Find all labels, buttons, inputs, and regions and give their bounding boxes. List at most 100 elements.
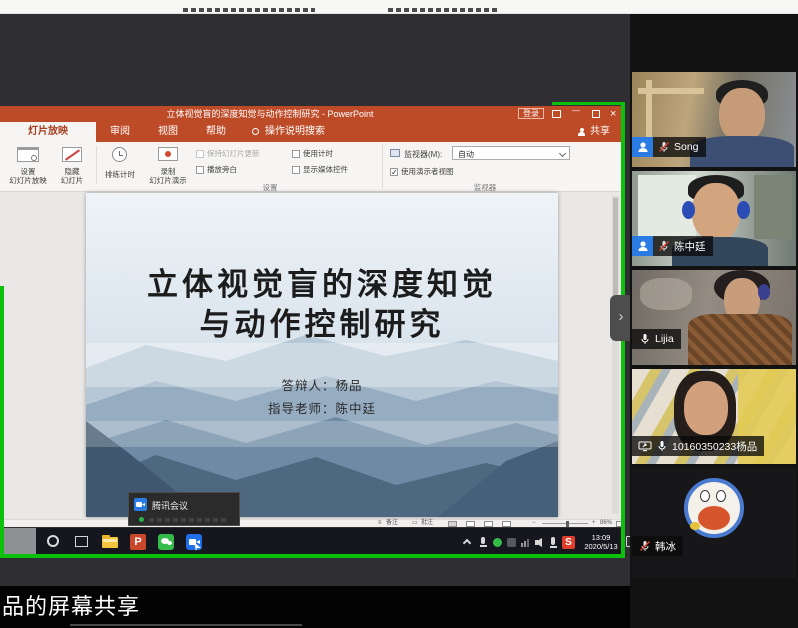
record-slide-show-icon [158, 147, 178, 161]
reading-view-icon[interactable] [484, 521, 493, 527]
meeting-window: 立体视觉盲的深度知觉与动作控制研究 - PowerPoint 登录 — × 灯片… [0, 0, 798, 628]
slide: 立体视觉盲的深度知觉 与动作控制研究 答辩人：杨品 指导老师：陈中廷 [86, 193, 558, 517]
tray-ime-icon[interactable] [548, 537, 559, 548]
tray-chevron-icon[interactable] [462, 537, 473, 548]
monitor-dropdown[interactable]: 自动 [452, 146, 570, 160]
monitor-label: 监视器(M): [404, 149, 442, 160]
tab-slide-show-selected[interactable]: 灯片放映 [0, 122, 96, 142]
minimize-button[interactable]: — [572, 103, 580, 119]
ribbon-display-options-icon[interactable] [552, 110, 561, 118]
checkbox-play-narrations[interactable]: 播放旁白 [196, 164, 237, 175]
video-tile-hanbing[interactable]: 韩冰 [632, 468, 796, 578]
setup-slide-show-button[interactable]: 设置 幻灯片放映 [6, 144, 50, 188]
comments-icon: ▭ [412, 520, 418, 527]
slide-presenter-line: 答辩人：杨品 [86, 375, 558, 394]
headphones [758, 284, 770, 300]
headphones [737, 201, 750, 219]
windows-taskbar: P [36, 528, 624, 556]
meeting-top-bar [0, 0, 798, 14]
share-border-bottom [0, 554, 625, 558]
tray-app-icon[interactable] [506, 537, 517, 548]
tell-me-search[interactable]: 操作说明搜索 [265, 122, 325, 142]
hide-slide-button[interactable]: 隐藏 幻灯片 [54, 144, 90, 188]
wechat-icon[interactable] [156, 532, 176, 552]
checkbox-use-presenter-view[interactable]: ✓使用演示者视图 [390, 166, 454, 177]
video-tile-lijia[interactable]: Lijia [632, 270, 796, 365]
tray-network-icon[interactable] [520, 537, 531, 548]
zoom-in-button[interactable]: + [592, 520, 596, 527]
slide-show-view-icon[interactable] [502, 521, 511, 527]
video-frame [690, 136, 794, 167]
participant-label: 韩冰 [632, 536, 683, 556]
notes-icon: ≡ [378, 520, 382, 527]
normal-view-icon[interactable] [448, 521, 457, 527]
mountain-background-image [86, 193, 558, 517]
video-tile-song[interactable]: Song [632, 72, 796, 167]
zoom-out-button[interactable]: − [532, 520, 536, 527]
participant-name: Lijia [655, 333, 674, 345]
attendee-person-badge [632, 236, 653, 256]
ppt-title-bar: 立体视觉盲的深度知觉与动作控制研究 - PowerPoint 登录 — × [0, 106, 624, 122]
file-explorer-icon[interactable] [100, 532, 120, 552]
clipped-text-fragment [388, 8, 500, 12]
slide-sorter-view-icon[interactable] [466, 521, 475, 527]
checkbox-show-media-controls[interactable]: 显示媒体控件 [292, 164, 348, 175]
comments-toggle[interactable]: 批注 [421, 520, 433, 527]
rehearse-timings-clock-icon [112, 147, 127, 162]
restore-button[interactable] [592, 110, 600, 118]
taskbar-clock[interactable]: 13:09 2020/5/13 [580, 533, 622, 551]
clipped-text-fragment [149, 518, 229, 522]
vertical-scrollbar[interactable] [612, 196, 619, 514]
task-view-icon[interactable] [72, 532, 92, 552]
clock-date: 2020/5/13 [580, 542, 622, 551]
participants-sidebar: Song [630, 14, 798, 628]
ppt-tab-row: 灯片放映 审阅 视图 帮助 操作说明搜索 共享 [0, 122, 624, 142]
sogou-input-icon[interactable]: S [562, 536, 575, 549]
tencent-meeting-icon [134, 498, 147, 511]
sidebar-collapse-toggle[interactable]: › [610, 295, 632, 341]
tab-review[interactable]: 审阅 [110, 122, 130, 142]
muted-mic-icon [639, 540, 651, 552]
clock-time: 13:09 [580, 533, 622, 542]
divider [70, 624, 302, 626]
checkbox-keep-slides-updated[interactable]: 保持幻灯片更新 [196, 148, 260, 159]
video-tile-yangpin[interactable]: 10160350233杨品 [632, 369, 796, 464]
slide-edit-canvas: 立体视觉盲的深度知觉 与动作控制研究 答辩人：杨品 指导老师：陈中廷 [0, 192, 624, 519]
share-person-icon [578, 128, 585, 136]
tencent-meeting-taskbar-icon[interactable] [184, 532, 204, 552]
powerpoint-icon[interactable]: P [128, 532, 148, 552]
tab-view[interactable]: 视图 [158, 122, 178, 142]
notes-toggle[interactable]: 备注 [386, 520, 398, 527]
rehearse-timings-button[interactable]: 排练计时 [100, 144, 140, 188]
desktop-fragment [0, 528, 36, 556]
participant-label: Lijia [632, 329, 681, 349]
video-tile-chenzhongting[interactable]: 陈中廷 [632, 171, 796, 266]
tray-microphone-icon[interactable] [478, 537, 489, 548]
ppt-window-title: 立体视觉盲的深度知觉与动作控制研究 - PowerPoint [0, 106, 540, 122]
tell-me-lightbulb-icon [252, 128, 259, 135]
tray-wechat-icon[interactable] [492, 537, 503, 548]
slide-advisor-line: 指导老师：陈中廷 [86, 398, 558, 417]
tab-help[interactable]: 帮助 [206, 122, 226, 142]
cortana-icon[interactable] [44, 532, 64, 552]
zoom-slider-thumb[interactable] [566, 521, 569, 527]
checkbox-use-timings[interactable]: 使用计时 [292, 148, 333, 159]
sign-in-button[interactable]: 登录 [518, 108, 544, 119]
muted-mic-icon [658, 141, 670, 153]
video-frame [638, 88, 704, 94]
close-button[interactable]: × [610, 106, 616, 122]
video-frame [688, 314, 792, 365]
taskbar-preview-tooltip[interactable]: 腾讯会议 [128, 492, 240, 526]
mic-icon [656, 440, 668, 452]
zoom-level[interactable]: 86% [600, 520, 612, 527]
record-slide-show-button[interactable]: 录制 幻灯片演示 [144, 144, 192, 188]
clipped-text-fragment [183, 8, 315, 12]
video-frame [692, 183, 740, 241]
tray-speaker-icon[interactable] [534, 537, 545, 548]
share-border-left [0, 286, 4, 554]
video-frame [719, 88, 765, 142]
zoom-slider[interactable] [542, 523, 588, 524]
screen-share-caption: 品的屏幕共享 [2, 594, 140, 620]
share-button[interactable]: 共享 [590, 122, 610, 142]
screen-share-caption-bar: 品的屏幕共享 [0, 586, 630, 628]
